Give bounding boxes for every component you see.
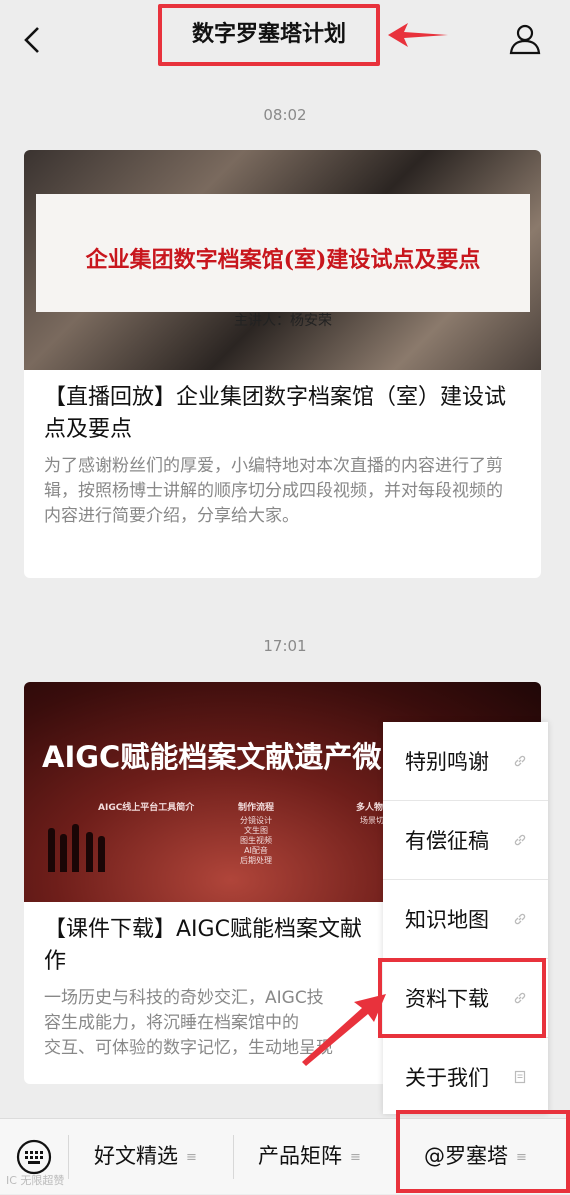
menu-item-knowledge-map[interactable]: 知识地图	[383, 880, 548, 959]
link-icon	[514, 755, 526, 767]
cover-subheading: 制作流程	[238, 803, 275, 813]
chevron-left-icon[interactable]	[18, 22, 48, 58]
menu-item-label: 知识地图	[405, 908, 489, 932]
menu-item-special-thanks[interactable]: 特别鸣谢	[383, 722, 548, 801]
article-card[interactable]: 企业集团数字档案馆(室)建设试点及要点 主讲人：杨安荣 【直播回放】企业集团数字…	[24, 150, 541, 578]
cover-step-list: 场景切	[360, 816, 384, 826]
silhouette-figure	[60, 834, 67, 872]
tab-label: 好文精选	[94, 1144, 178, 1168]
downloads-highlight-box	[378, 958, 546, 1038]
cover-heading: AIGC赋能档案文献遗产微	[42, 740, 382, 774]
article-description-line: 容生成能力，将沉睡在档案馆中的	[44, 1013, 299, 1033]
cover-step: 文生图	[244, 826, 268, 835]
menu-item-paid-submission[interactable]: 有偿征稿	[383, 801, 548, 880]
cover-step: 分镜设计	[240, 816, 272, 825]
cover-speaker: 主讲人：杨安荣	[234, 313, 332, 329]
document-icon	[514, 1070, 526, 1084]
cover-step: 后期处理	[240, 856, 272, 865]
arrow-pointer-icon	[388, 23, 448, 47]
rosetta-tab-highlight-box	[396, 1110, 570, 1193]
menu-item-about-us[interactable]: 关于我们	[383, 1038, 548, 1117]
article-title-line2: 作	[44, 949, 67, 974]
menu-lines-icon: ≡	[186, 1149, 197, 1165]
cover-step: AI配音	[244, 846, 268, 855]
message-timestamp: 08:02	[263, 106, 307, 124]
link-icon	[514, 834, 526, 846]
silhouette-figure	[86, 832, 93, 872]
menu-item-label: 特别鸣谢	[405, 750, 489, 774]
popup-submenu: 特别鸣谢 有偿征稿 知识地图 资料下载 关于我们	[383, 722, 548, 1114]
tab-featured-articles[interactable]: 好文精选 ≡	[94, 1119, 197, 1194]
cover-step: 场景切	[360, 816, 384, 825]
silhouette-figure	[48, 828, 55, 872]
tab-product-matrix[interactable]: 产品矩阵 ≡	[258, 1119, 361, 1194]
article-description-line: 一场历史与科技的奇妙交汇，AIGC技	[44, 988, 324, 1008]
cover-step: 图生视频	[240, 836, 272, 845]
top-navigation-bar: 数字罗塞塔计划	[0, 0, 570, 80]
cover-step-list: 分镜设计 文生图 图生视频 AI配音 后期处理	[240, 816, 272, 866]
silhouette-figure	[72, 824, 79, 872]
user-icon[interactable]	[508, 22, 542, 56]
cover-subheading: AIGC线上平台工具简介	[98, 803, 195, 813]
tab-divider	[233, 1135, 234, 1179]
tab-divider	[68, 1135, 69, 1179]
message-timestamp: 17:01	[263, 637, 307, 655]
watermark: IC 无限超赞	[6, 1174, 65, 1187]
article-cover-image: 企业集团数字档案馆(室)建设试点及要点 主讲人：杨安荣	[24, 150, 541, 370]
cover-heading: 企业集团数字档案馆(室)建设试点及要点	[85, 247, 481, 273]
article-description: 为了感谢粉丝们的厚爱，小编特地对本次直播的内容进行了剪辑，按照杨博士讲解的顺序切…	[44, 456, 503, 526]
tab-label: 产品矩阵	[258, 1144, 342, 1168]
title-highlight-box	[158, 4, 380, 66]
article-title: 【直播回放】企业集团数字档案馆（室）建设试点及要点	[44, 385, 507, 442]
article-description-line: 交互、可体验的数字记忆，生动地呈现	[44, 1038, 333, 1058]
keyboard-icon[interactable]	[16, 1139, 52, 1175]
menu-item-label: 关于我们	[405, 1066, 489, 1090]
silhouette-figure	[98, 836, 105, 872]
menu-lines-icon: ≡	[350, 1149, 361, 1165]
cover-subheading: 多人物	[356, 803, 384, 813]
link-icon	[514, 913, 526, 925]
menu-item-label: 有偿征稿	[405, 829, 489, 853]
arrow-pointer-icon	[302, 994, 386, 1066]
